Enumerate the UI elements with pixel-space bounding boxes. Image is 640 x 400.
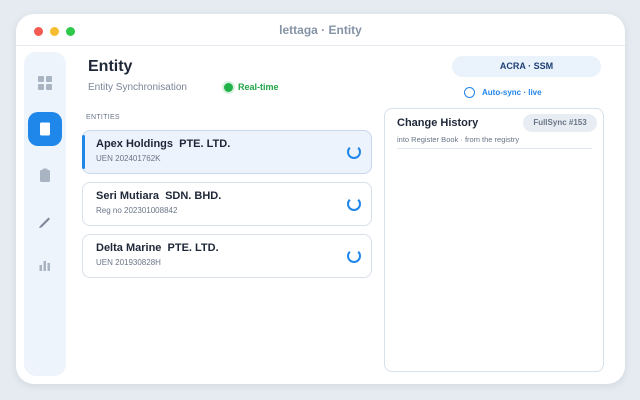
sidebar-item-dashboard[interactable] [28,66,62,100]
change-history-panel: Change History FullSync #153 into Regist… [384,108,604,372]
sidebar-item-entity[interactable] [28,112,62,146]
entity-name: Apex Holdings PTE. LTD. [96,138,231,150]
entity-card[interactable]: Apex Holdings PTE. LTD. UEN 202401762K [82,130,372,174]
entities-section-label: ENTITIES [86,114,120,121]
sidebar-item-edit[interactable] [28,204,62,238]
sync-icon [464,87,475,98]
bar-chart-icon [39,261,50,271]
document-icon [40,122,50,136]
live-status-label: Real-time [238,82,279,92]
entity-card[interactable]: Seri Mutiara SDN. BHD. Reg no 2023010088… [82,182,372,226]
clipboard-icon [40,168,50,182]
sidebar-item-clipboard[interactable] [28,158,62,192]
window-title: lettaga · Entity [279,23,362,37]
sidebar [24,52,66,376]
entity-name: Seri Mutiara SDN. BHD. [96,190,222,202]
page-subtitle: Entity Synchronisation [88,82,187,93]
live-status-dot [224,83,233,92]
sync-run-badge: FullSync #153 [523,114,597,132]
entity-name: Delta Marine PTE. LTD. [96,242,219,254]
grid-icon [38,76,52,90]
app-window: lettaga · Entity Entity Entity Synchroni… [16,14,625,384]
title-bar: lettaga · Entity [16,14,625,46]
sync-spinner-icon [347,197,361,211]
divider [397,148,592,149]
sync-spinner-icon [347,249,361,263]
sync-spinner-icon [347,145,361,159]
sidebar-item-reports[interactable] [28,248,62,282]
auto-sync-label[interactable]: Auto-sync · live [482,88,542,97]
page-title: Entity [88,58,133,75]
selected-indicator [82,135,85,169]
entity-card[interactable]: Delta Marine PTE. LTD. UEN 201930828H [82,234,372,278]
change-history-title: Change History [397,117,479,129]
change-history-note: into Register Book · from the registry [397,135,520,144]
entity-id: UEN 201930828H [96,258,161,267]
entity-id: Reg no 202301008842 [96,206,178,215]
entity-id: UEN 202401762K [96,154,161,163]
pen-icon [39,217,50,228]
registry-source-button[interactable]: ACRA · SSM [452,56,601,77]
